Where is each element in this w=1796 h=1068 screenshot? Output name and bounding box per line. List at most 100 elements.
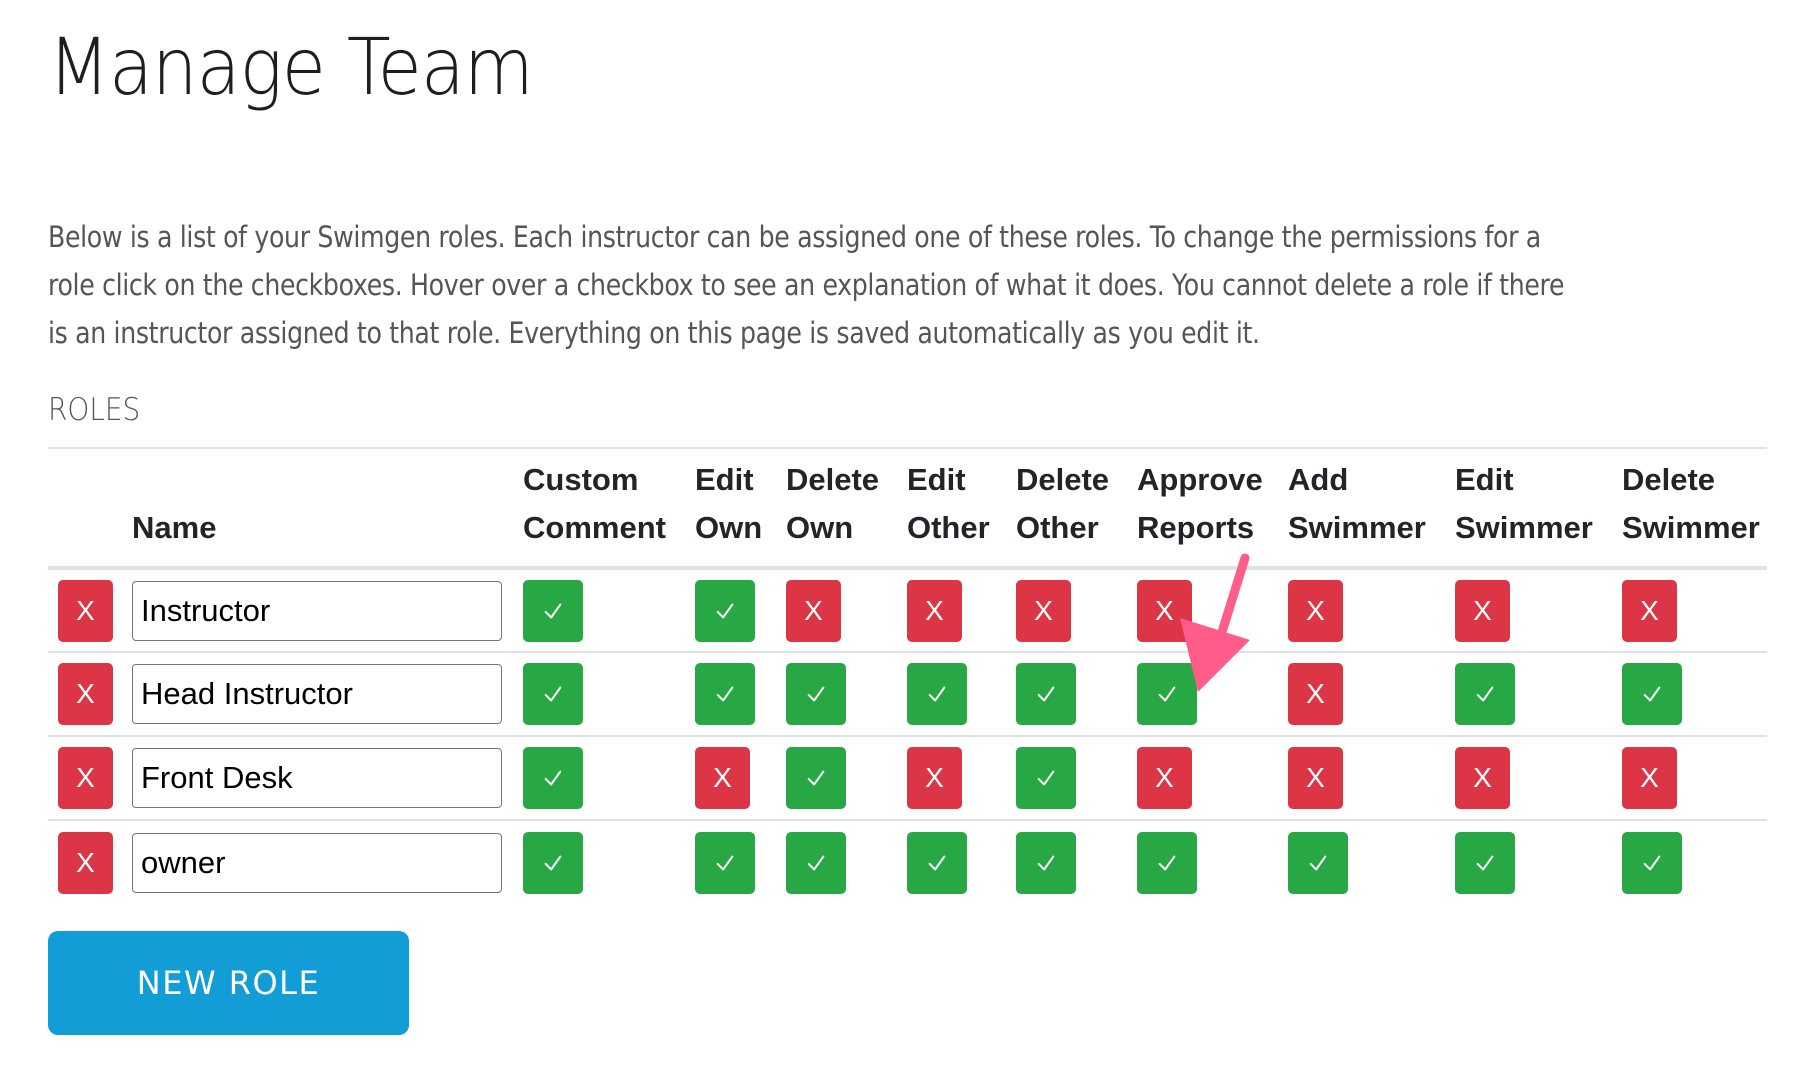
permission-cell <box>907 820 1016 904</box>
header-add-swimmer: Add Swimmer <box>1288 448 1455 568</box>
name-cell <box>132 820 523 904</box>
check-icon <box>926 683 948 705</box>
toggle-delete-swimmer-disabled[interactable]: X <box>1622 747 1677 809</box>
permission-cell <box>907 652 1016 736</box>
toggle-add-swimmer-enabled[interactable] <box>1288 831 1348 894</box>
header-line-2: Own <box>786 510 854 545</box>
table-row: XXXXXXX <box>48 736 1767 820</box>
x-icon: X <box>713 762 732 793</box>
toggle-approve-reports-enabled[interactable] <box>1137 831 1197 894</box>
permission-cell: X <box>695 736 786 820</box>
header-delete-own: Delete Own <box>786 448 907 568</box>
role-name-input[interactable] <box>132 580 502 641</box>
permission-cell <box>523 820 695 904</box>
permission-cell: X <box>1455 736 1622 820</box>
toggle-approve-reports-enabled[interactable] <box>1137 663 1197 725</box>
new-role-button[interactable]: NEW ROLE <box>48 931 409 1035</box>
delete-role-button[interactable]: X <box>58 747 113 809</box>
toggle-edit-own-enabled[interactable] <box>695 579 755 642</box>
header-line-1: Edit <box>695 462 754 497</box>
toggle-add-swimmer-disabled[interactable]: X <box>1288 663 1343 725</box>
header-name: Name <box>132 510 217 545</box>
role-name-input[interactable] <box>132 664 502 724</box>
toggle-delete-own-enabled[interactable] <box>786 747 846 809</box>
permission-cell <box>1016 736 1137 820</box>
check-icon <box>1641 683 1663 705</box>
check-icon <box>805 852 827 874</box>
header-delete-swimmer: Delete Swimmer <box>1622 448 1767 568</box>
toggle-edit-own-disabled[interactable]: X <box>695 747 750 809</box>
permission-cell <box>1455 652 1622 736</box>
role-name-input[interactable] <box>132 748 502 808</box>
check-icon <box>1474 852 1496 874</box>
toggle-edit-other-enabled[interactable] <box>907 663 967 725</box>
delete-role-button[interactable]: X <box>58 831 113 894</box>
roles-table: Name Custom Comment Edit Own Delete Own Edit Ot… <box>48 447 1767 904</box>
toggle-delete-other-enabled[interactable] <box>1016 747 1076 809</box>
header-line-2: Comment <box>523 510 666 545</box>
x-icon: X <box>1640 594 1659 626</box>
toggle-custom-comment-enabled[interactable] <box>523 663 583 725</box>
check-icon <box>1307 852 1329 874</box>
x-icon: X <box>1306 762 1325 793</box>
check-icon <box>1035 767 1057 789</box>
toggle-approve-reports-disabled[interactable]: X <box>1137 579 1192 642</box>
toggle-custom-comment-enabled[interactable] <box>523 747 583 809</box>
header-line-1: Delete <box>786 462 880 497</box>
check-icon <box>714 852 736 874</box>
header-line-1: Approve <box>1137 462 1263 497</box>
toggle-approve-reports-disabled[interactable]: X <box>1137 747 1192 809</box>
header-line-2: Swimmer <box>1455 510 1593 545</box>
x-icon: X <box>925 594 944 626</box>
toggle-edit-other-disabled[interactable]: X <box>907 579 962 642</box>
toggle-delete-swimmer-enabled[interactable] <box>1622 663 1682 725</box>
header-line-1: Edit <box>1455 462 1514 497</box>
toggle-add-swimmer-disabled[interactable]: X <box>1288 747 1343 809</box>
header-line-2: Swimmer <box>1622 510 1760 545</box>
toggle-edit-other-enabled[interactable] <box>907 831 967 894</box>
delete-role-button[interactable]: X <box>58 579 113 642</box>
toggle-delete-swimmer-disabled[interactable]: X <box>1622 579 1677 642</box>
delete-role-button[interactable]: X <box>58 663 113 725</box>
toggle-delete-own-disabled[interactable]: X <box>786 579 841 642</box>
table-header-row: Name Custom Comment Edit Own Delete Own Edit Ot… <box>48 448 1767 568</box>
x-icon: X <box>1155 594 1174 626</box>
toggle-edit-swimmer-enabled[interactable] <box>1455 663 1515 725</box>
toggle-delete-other-enabled[interactable] <box>1016 831 1076 894</box>
toggle-edit-other-disabled[interactable]: X <box>907 747 962 809</box>
toggle-edit-swimmer-enabled[interactable] <box>1455 831 1515 894</box>
permission-cell: X <box>907 568 1016 652</box>
permission-cell <box>786 652 907 736</box>
header-line-1: Edit <box>907 462 966 497</box>
check-icon <box>805 683 827 705</box>
roles-section-label: ROLES <box>48 392 141 428</box>
table-row: XXXXXXXX <box>48 568 1767 652</box>
permission-cell <box>1455 820 1622 904</box>
toggle-custom-comment-enabled[interactable] <box>523 579 583 642</box>
permission-cell <box>523 736 695 820</box>
permission-cell <box>1622 652 1767 736</box>
x-icon: X <box>1640 762 1659 793</box>
toggle-custom-comment-enabled[interactable] <box>523 831 583 894</box>
toggle-add-swimmer-disabled[interactable]: X <box>1288 579 1343 642</box>
page-title: Manage Team <box>48 23 534 113</box>
check-icon <box>1156 683 1178 705</box>
header-line-2: Reports <box>1137 510 1255 545</box>
toggle-delete-other-disabled[interactable]: X <box>1016 579 1071 642</box>
permission-cell: X <box>1137 736 1288 820</box>
toggle-delete-other-enabled[interactable] <box>1016 663 1076 725</box>
permission-cell <box>695 820 786 904</box>
toggle-edit-swimmer-disabled[interactable]: X <box>1455 747 1510 809</box>
permission-cell <box>695 568 786 652</box>
header-line-1: Delete <box>1622 462 1716 497</box>
delete-cell: X <box>48 820 132 904</box>
toggle-delete-own-enabled[interactable] <box>786 663 846 725</box>
toggle-edit-own-enabled[interactable] <box>695 831 755 894</box>
x-icon: X <box>1306 678 1325 709</box>
toggle-delete-swimmer-enabled[interactable] <box>1622 831 1682 894</box>
toggle-edit-swimmer-disabled[interactable]: X <box>1455 579 1510 642</box>
toggle-edit-own-enabled[interactable] <box>695 663 755 725</box>
toggle-delete-own-enabled[interactable] <box>786 831 846 894</box>
role-name-input[interactable] <box>132 832 502 893</box>
permission-cell: X <box>1137 568 1288 652</box>
